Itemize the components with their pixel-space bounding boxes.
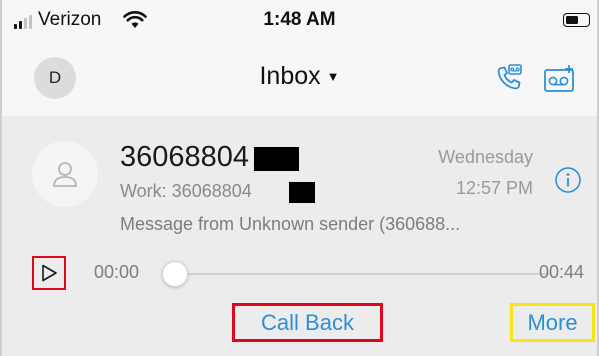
contact-avatar [32,141,98,207]
call-back-button[interactable]: Call Back [232,303,383,342]
message-preview: Message from Unknown sender (360688... [120,214,461,234]
elapsed-time: 00:00 [94,262,140,282]
redaction-block [289,182,315,203]
battery-icon [563,13,590,27]
message-day: Wednesday [438,147,533,167]
voicemail-inbox-screen: Verizon 1:48 AM D Inbox ▼ 36068804 Work:… [0,0,599,356]
voicemail-add-icon[interactable] [543,64,577,94]
caller-number: 36068804 [120,141,250,173]
more-button[interactable]: More [510,303,595,342]
battery-level [566,16,578,24]
page-title: Inbox [259,62,321,90]
status-bar: Verizon 1:48 AM [2,0,597,40]
person-icon [53,162,77,187]
message-time: 12:57 PM [455,178,533,198]
phone-call-icon[interactable] [493,62,525,94]
total-duration: 00:44 [539,262,585,282]
nav-bar: D Inbox ▼ [2,40,597,116]
voicemail-message-card[interactable]: 36068804 Work: 36068804 Wednesday 12:57 … [2,116,597,356]
caret-down-icon: ▼ [326,69,340,84]
status-time: 1:48 AM [263,9,336,30]
play-button[interactable] [32,256,66,290]
playback-slider-track[interactable] [174,273,549,275]
redaction-block [254,147,299,171]
play-icon [42,264,57,282]
caller-work-number: Work: 36068804 [120,181,252,201]
info-icon[interactable] [554,166,582,194]
playback-slider-thumb[interactable] [162,261,188,287]
